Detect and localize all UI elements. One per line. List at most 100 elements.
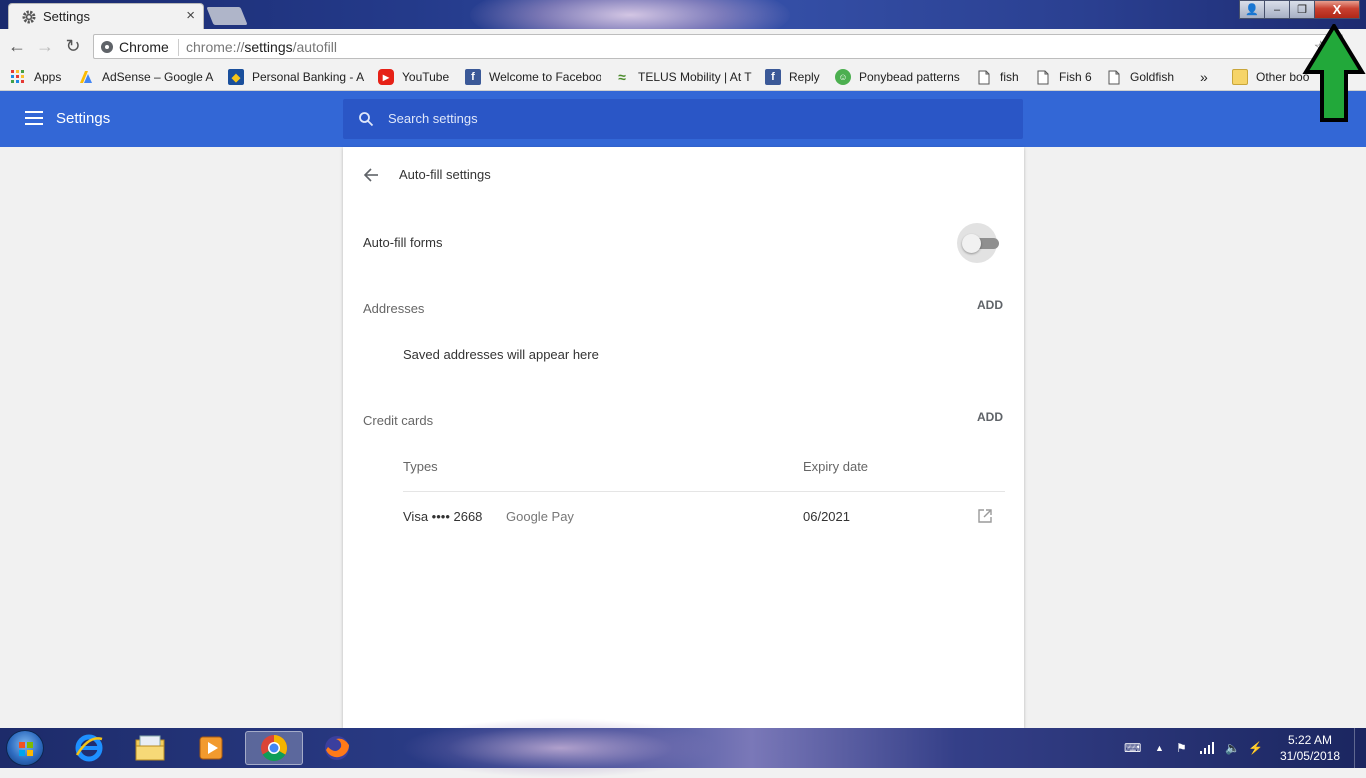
bookmark-label: YouTube (402, 70, 450, 84)
addresses-empty-text: Saved addresses will appear here (403, 347, 599, 362)
adsense-icon (78, 69, 94, 85)
file-explorer-icon[interactable] (121, 731, 179, 765)
tab-close-icon[interactable]: × (186, 7, 195, 24)
keyboard-icon[interactable]: ⌨ (1124, 728, 1141, 768)
internet-explorer-icon[interactable] (60, 731, 118, 765)
card-source: Google Pay (506, 509, 574, 524)
open-external-icon[interactable] (977, 508, 993, 524)
bookmark-label: Personal Banking - A (252, 70, 365, 84)
credit-cards-heading: Credit cards (363, 413, 434, 428)
bookmark-label: Fish 6 (1059, 70, 1092, 84)
power-icon[interactable]: ⚡ (1248, 728, 1263, 768)
user-profile-button[interactable]: 👤 (1239, 0, 1265, 19)
bookmark-fish[interactable]: fish (976, 68, 1019, 86)
start-button[interactable] (6, 730, 44, 766)
bookmark-facebook[interactable]: f Welcome to Faceboo (465, 68, 601, 86)
bookmarks-overflow-button[interactable]: » (1200, 68, 1208, 86)
media-player-icon[interactable] (182, 731, 240, 765)
action-center-flag-icon[interactable]: ⚑ (1176, 728, 1187, 768)
back-arrow-icon[interactable] (363, 167, 381, 183)
youtube-icon: ▶ (378, 69, 394, 85)
reload-icon[interactable]: ↻ (63, 36, 83, 56)
page-icon (1035, 69, 1051, 85)
autofill-forms-label: Auto-fill forms (363, 235, 443, 250)
window-title-bar: Settings × 👤 – ❐ X (0, 0, 1366, 50)
add-credit-card-button[interactable]: ADD (977, 410, 1003, 424)
facebook-icon: f (765, 69, 781, 85)
show-desktop-button[interactable] (1354, 728, 1366, 768)
bookmark-label: Welcome to Faceboo (489, 70, 601, 84)
bookmark-goldfish[interactable]: Goldfish (1106, 68, 1174, 86)
autofill-forms-toggle[interactable] (957, 223, 999, 263)
window-controls: 👤 – ❐ X (1239, 0, 1360, 20)
bookmark-label: Goldfish (1130, 70, 1175, 84)
chrome-page-icon (101, 41, 113, 53)
bookmark-other-bookmarks[interactable]: Other boo (1232, 68, 1309, 86)
search-placeholder: Search settings (388, 111, 478, 126)
page-icon (1106, 69, 1122, 85)
gear-icon (22, 10, 36, 24)
bookmark-apps[interactable]: Apps (10, 68, 61, 86)
ponybead-icon: ☺ (835, 69, 851, 85)
page-icon (976, 69, 992, 85)
folder-icon (1232, 69, 1248, 85)
chrome-icon[interactable] (245, 731, 303, 765)
card-number: Visa •••• 2668 (403, 509, 483, 524)
windows-taskbar: ⌨ ▲ ⚑ 🔈 ⚡ 5:22 AM 31/05/2018 (0, 718, 1366, 778)
add-address-button[interactable]: ADD (977, 298, 1003, 312)
bank-icon: ◆ (228, 69, 244, 85)
page-title: Auto-fill settings (399, 167, 491, 182)
system-clock[interactable]: 5:22 AM 31/05/2018 (1280, 732, 1340, 764)
bookmark-label: Reply (789, 70, 820, 84)
addresses-heading: Addresses (363, 301, 425, 316)
search-settings-input[interactable]: Search settings (343, 99, 1023, 139)
volume-icon[interactable]: 🔈 (1225, 728, 1240, 768)
search-icon (359, 112, 374, 127)
back-arrow-icon[interactable]: ← (7, 36, 27, 56)
minimize-button[interactable]: – (1264, 0, 1290, 19)
firefox-icon[interactable] (308, 731, 366, 765)
hamburger-menu-icon[interactable] (25, 111, 43, 125)
omnibox-url[interactable]: chrome://settings/autofill (186, 39, 337, 55)
bookmark-fish-6[interactable]: Fish 6 (1035, 68, 1092, 86)
bookmark-label: Apps (34, 70, 62, 84)
bookmark-label: fish (1000, 70, 1019, 84)
facebook-icon: f (465, 69, 481, 85)
column-header-expiry: Expiry date (803, 459, 869, 474)
bookmark-telus[interactable]: ≈ TELUS Mobility | At T (614, 68, 752, 86)
bookmark-personal-banking[interactable]: ◆ Personal Banking - A (228, 68, 366, 86)
apps-grid-icon (10, 69, 26, 85)
new-tab-button[interactable] (206, 7, 248, 25)
restore-button[interactable]: ❐ (1289, 0, 1315, 19)
address-bar[interactable]: Chrome chrome://settings/autofill ☆ (93, 34, 1343, 59)
browser-tab-settings[interactable]: Settings × (8, 3, 204, 29)
card-expiry: 06/2021 (803, 509, 850, 524)
settings-header: Settings Search settings (0, 91, 1366, 147)
clock-date: 31/05/2018 (1279, 749, 1340, 763)
omnibox-separator (178, 39, 179, 56)
column-header-types: Types (403, 459, 438, 474)
autofill-settings-card: Auto-fill settings Auto-fill forms Addre… (343, 147, 1024, 728)
wallpaper-decoration (400, 718, 720, 778)
settings-title: Settings (56, 110, 111, 127)
bookmark-reply[interactable]: f Reply (765, 68, 820, 86)
network-signal-icon[interactable] (1200, 728, 1214, 768)
windows-logo-icon (19, 742, 33, 756)
forward-arrow-icon[interactable]: → (35, 36, 55, 56)
bookmarks-bar: Apps AdSense – Google A ◆ Personal Banki… (0, 64, 1366, 91)
show-hidden-icons-button[interactable]: ▲ (1155, 728, 1164, 768)
green-arrow-annotation (1302, 24, 1366, 122)
close-window-button[interactable]: X (1314, 0, 1360, 19)
browser-toolbar: ← → ↻ Chrome chrome://settings/autofill … (0, 29, 1366, 64)
bookmark-ponybead[interactable]: ☺ Ponybead patterns (835, 68, 960, 86)
telus-icon: ≈ (618, 69, 626, 85)
toggle-knob (962, 234, 981, 253)
bookmark-adsense[interactable]: AdSense – Google A (78, 68, 216, 86)
clock-time: 5:22 AM (1287, 733, 1332, 747)
tab-title: Settings (43, 9, 90, 24)
bookmark-label: AdSense – Google A (102, 70, 214, 84)
bookmark-label: Ponybead patterns (859, 70, 960, 84)
table-divider (403, 491, 1005, 492)
bookmark-youtube[interactable]: ▶ YouTube (378, 68, 449, 86)
omnibox-chip: Chrome (119, 39, 169, 55)
